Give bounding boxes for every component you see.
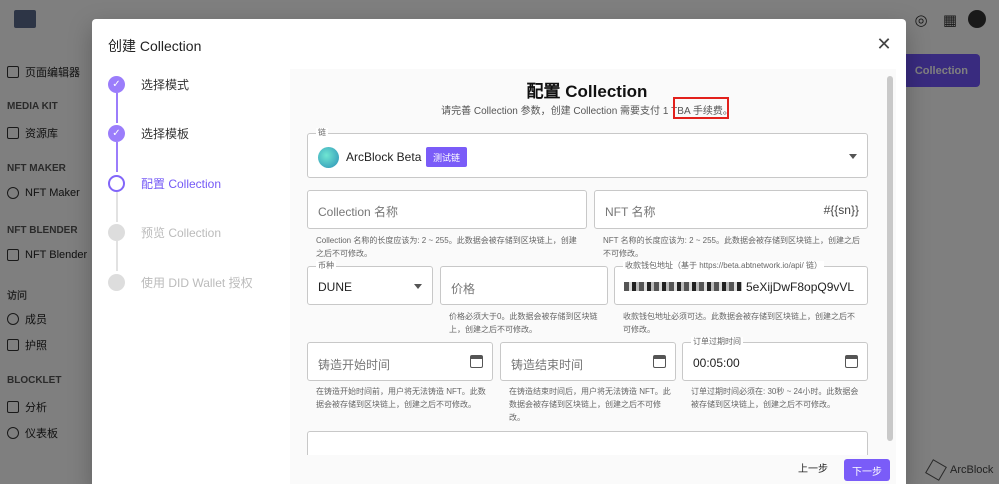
wallet-address-input[interactable]: 收款钱包地址（基于 https://beta.abtnetwork.io/api… [614,261,868,305]
wallet-help: 收款钱包地址必须可达。此数据会被存储到区块链上，创建之后不可修改。 [623,312,855,334]
fee-highlight-box [673,97,729,119]
nft-name-suffix: #{{sn}} [823,203,859,217]
testnet-badge: 测试链 [426,147,468,167]
price-help: 价格必须大于0。此数据会被存储到区块链上，创建之后不可修改。 [449,312,598,334]
arcblock-chain-icon [318,147,339,168]
step-label: 配置 Collection [141,176,222,191]
step-configure-collection: 配置 Collection [108,173,221,193]
mint-start-placeholder: 铸造开始时间 [318,358,391,372]
redacted-address [624,282,742,291]
nft-name-help: NFT 名称的长度应该为: 2 ~ 255。此数据会被存储到区块链上，创建之后不… [603,236,860,258]
chain-label: 链 [316,128,328,138]
dialog-title: 创建 Collection [108,38,202,54]
calendar-icon[interactable] [653,355,666,368]
chain-value: ArcBlock Beta [346,150,422,164]
step-label: 选择模式 [141,77,190,92]
pending-step-icon [108,223,125,241]
pending-step-icon [108,273,125,291]
step-did-wallet-auth: 使用 DID Wallet 授权 [108,272,253,292]
mint-start-help: 在铸造开始时间前，用户将无法铸造 NFT。此数据会被存储到区块链上，创建之后不可… [316,387,486,409]
check-icon: ✓ [108,124,125,142]
config-heading: 配置 Collection [526,82,648,101]
wallet-address-value: 5eXijDwF8opQ9vVL [746,280,855,294]
currency-label: 币种 [316,261,336,271]
step-connector [116,192,118,222]
currency-value: DUNE [318,280,353,294]
calendar-icon[interactable] [470,355,483,368]
mint-end-help: 在铸造结束时间后，用户将无法铸造 NFT。此数据会被存储到区块链上，创建之后不可… [509,387,671,422]
chain-select[interactable]: 链 ArcBlock Beta 测试链 [307,128,868,178]
check-icon: ✓ [108,75,125,93]
collection-name-input[interactable]: Collection 名称 [307,190,587,229]
currency-select[interactable]: 币种 DUNE [307,261,433,305]
wallet-label: 收款钱包地址（基于 https://beta.abtnetwork.io/api… [623,261,824,271]
step-label: 使用 DID Wallet 授权 [141,275,253,290]
chevron-down-icon [849,154,857,159]
step-connector [116,93,118,123]
nft-name-input[interactable]: NFT 名称 #{{sn}} [594,190,868,229]
active-step-icon [108,174,125,192]
mint-end-input[interactable]: 铸造结束时间 [500,342,676,381]
order-expiry-value: 00:05:00 [693,356,740,370]
next-field-partial[interactable] [307,431,868,455]
order-expiry-help: 订单过期时间必须在: 30秒 ~ 24小时。此数据会被存储到区块链上，创建之后不… [691,387,859,409]
scrollbar[interactable] [887,76,893,441]
step-select-template: ✓ 选择模板 [108,123,189,143]
price-input[interactable]: 价格 [440,266,608,305]
step-connector [116,241,118,271]
step-label: 选择模板 [141,126,190,141]
clock-icon[interactable] [845,355,858,368]
price-placeholder: 价格 [451,282,476,296]
order-expiry-label: 订单过期时间 [691,337,743,347]
nft-name-placeholder: NFT 名称 [605,205,656,219]
mint-start-input[interactable]: 铸造开始时间 [307,342,493,381]
step-connector [116,142,118,172]
step-preview-collection: 预览 Collection [108,222,221,242]
chevron-down-icon [414,284,422,289]
step-label: 预览 Collection [141,225,222,240]
collection-name-placeholder: Collection 名称 [318,205,399,219]
previous-step-button[interactable]: 上一步 [798,460,828,475]
order-expiry-input[interactable]: 订单过期时间 00:05:00 [682,337,868,381]
step-select-mode: ✓ 选择模式 [108,74,189,94]
close-icon[interactable]: ✕ [875,35,893,53]
collection-name-help: Collection 名称的长度应该为: 2 ~ 255。此数据会被存储到区块链… [316,236,577,258]
create-collection-dialog: 创建 Collection ✕ ✓ 选择模式 ✓ 选择模板 配置 Collectio… [92,19,906,484]
next-step-button[interactable]: 下一步 [844,459,890,481]
mint-end-placeholder: 铸造结束时间 [511,358,584,372]
